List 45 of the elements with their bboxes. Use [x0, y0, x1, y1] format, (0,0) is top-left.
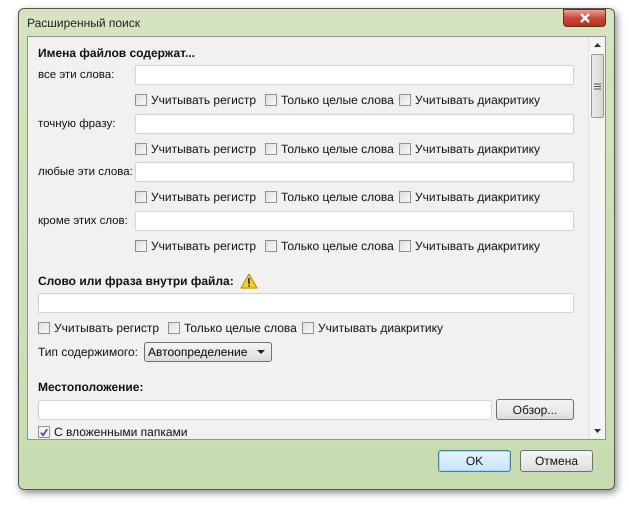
input-field[interactable] [38, 292, 574, 313]
field-label: Тип содержимого: [38, 345, 138, 360]
checkbox[interactable]: С вложенными папками [38, 425, 574, 439]
dialog-button[interactable]: Отмена [520, 450, 593, 472]
scroll-down-icon[interactable] [594, 429, 600, 433]
checkbox[interactable]: Учитывать регистр [135, 92, 265, 107]
warning-icon [240, 272, 258, 289]
checkbox[interactable]: Учитывать регистр [135, 142, 265, 156]
checkbox[interactable]: Только целые слова [265, 142, 399, 156]
scrollbar-thumb[interactable] [590, 54, 604, 118]
checkbox[interactable]: Учитывать диакритику [399, 92, 540, 107]
field-label: любые эти слова: [38, 166, 134, 178]
checkmark-icon [39, 426, 49, 438]
field-label: все эти слова: [38, 69, 116, 81]
input-field[interactable] [135, 65, 574, 85]
input-field[interactable] [135, 114, 574, 134]
checkbox[interactable]: Только целые слова [265, 238, 399, 253]
section-heading: Местоположение: [38, 379, 144, 395]
checkbox[interactable]: Только целые слова [168, 320, 302, 335]
checkbox[interactable]: Учитывать регистр [38, 320, 168, 335]
browse-button[interactable]: Обзор... [496, 399, 574, 420]
scroll-up-icon[interactable] [594, 43, 600, 47]
close-icon [578, 13, 590, 23]
checkbox[interactable]: Учитывать регистр [135, 190, 265, 204]
section-heading: Имена файлов содержат... [38, 45, 196, 61]
checkbox[interactable]: Только целые слова [265, 190, 399, 204]
input-field[interactable] [38, 400, 492, 420]
checkbox[interactable]: Учитывать диакритику [399, 142, 540, 156]
checkbox[interactable]: Учитывать регистр [135, 238, 265, 253]
checkbox[interactable]: Учитывать диакритику [302, 320, 444, 335]
dialog-button[interactable]: OK [438, 450, 511, 472]
window-title: Расширенный поиск [27, 16, 140, 30]
field-label: кроме этих слов: [38, 215, 129, 228]
field-label: точную фразу: [38, 118, 116, 130]
section-heading: Слово или фраза внутри файла: [38, 272, 234, 289]
close-button[interactable] [563, 9, 606, 27]
grip-icon [594, 82, 600, 90]
checkbox[interactable]: Только целые слова [265, 92, 399, 107]
caret-icon [257, 350, 266, 354]
input-field[interactable] [135, 162, 574, 182]
checkbox[interactable]: Учитывать диакритику [399, 190, 540, 204]
checkbox[interactable]: Учитывать диакритику [399, 238, 540, 253]
input-field[interactable] [135, 211, 574, 232]
dropdown[interactable]: Автоопределение [144, 342, 272, 362]
scrollbar[interactable] [588, 37, 605, 439]
